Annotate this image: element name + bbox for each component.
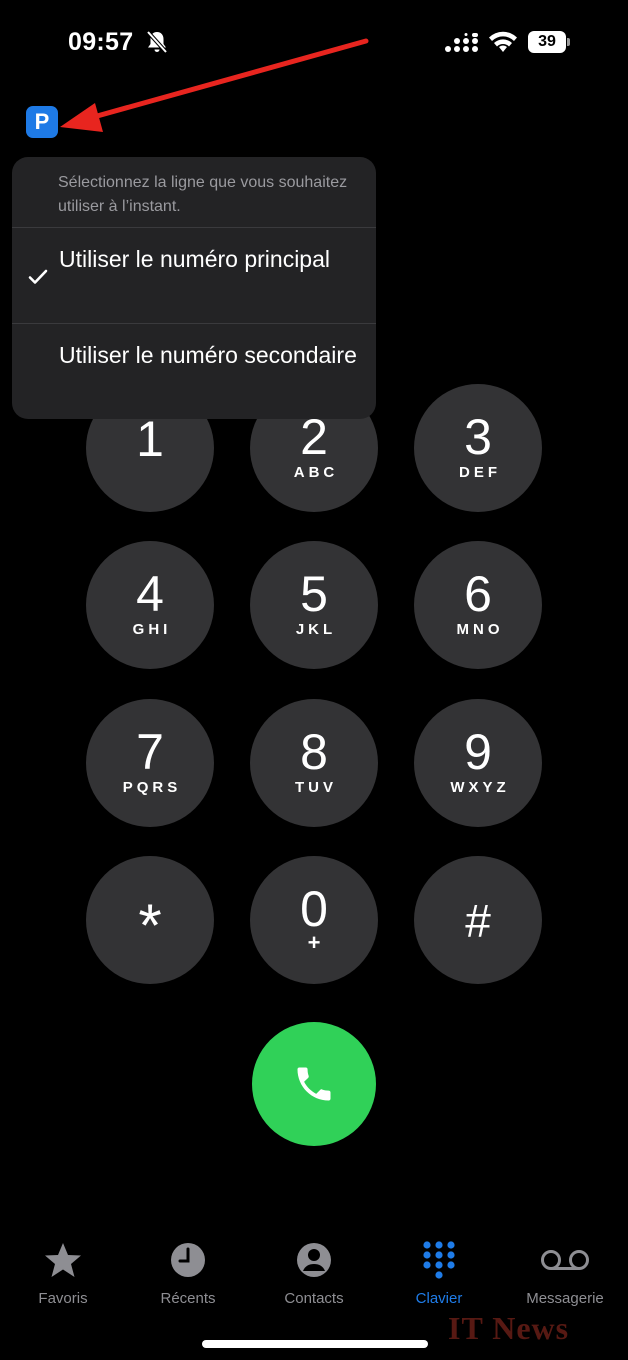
- tab-label: Contacts: [284, 1290, 344, 1307]
- key-digit: *: [138, 892, 162, 959]
- battery-level: 39: [528, 31, 566, 53]
- line-selector-badge[interactable]: P: [26, 106, 58, 138]
- key-digit: 1: [136, 411, 164, 467]
- key-4[interactable]: 4 GHI: [86, 541, 214, 669]
- key-digit: 4: [136, 566, 164, 622]
- key-digit: 8: [300, 724, 328, 780]
- key-9[interactable]: 9 WXYZ: [414, 699, 542, 827]
- voicemail-icon: [541, 1250, 589, 1270]
- key-letters: JKL: [295, 621, 337, 638]
- key-star[interactable]: *: [86, 856, 214, 984]
- tab-label: Messagerie: [526, 1290, 604, 1307]
- tab-bar: Favoris Récents Contacts Clavier Message…: [0, 1240, 628, 1320]
- tab-favoris[interactable]: Favoris: [8, 1240, 118, 1310]
- key-digit: 3: [464, 409, 492, 465]
- tab-label: Récents: [160, 1290, 216, 1307]
- key-letters: ABC: [293, 464, 339, 481]
- phone-icon: [297, 1067, 331, 1101]
- person-icon: [297, 1243, 331, 1277]
- key-letters: WXYZ: [450, 779, 510, 796]
- tab-contacts[interactable]: Contacts: [259, 1240, 369, 1310]
- key-digit: 0: [300, 881, 328, 937]
- tab-clavier[interactable]: Clavier: [384, 1240, 494, 1310]
- silent-bell-icon: [146, 30, 168, 54]
- wifi-icon: [489, 31, 517, 52]
- menu-option-primary-line[interactable]: Utiliser le numéro principal: [12, 229, 376, 323]
- call-button[interactable]: [252, 1022, 376, 1146]
- key-5[interactable]: 5 JKL: [250, 541, 378, 669]
- checkmark-icon: [28, 269, 48, 284]
- keypad-grid-icon: [423, 1241, 455, 1279]
- menu-divider: [12, 323, 376, 324]
- key-letters: DEF: [459, 464, 501, 481]
- battery-tip: [567, 38, 570, 46]
- key-digit: 9: [464, 724, 492, 780]
- clock-icon: [171, 1243, 205, 1277]
- home-indicator[interactable]: [202, 1340, 428, 1348]
- key-digit: 7: [136, 724, 164, 780]
- watermark: IT News: [448, 1310, 570, 1346]
- key-letters: GHI: [132, 621, 172, 638]
- key-6[interactable]: 6 MNO: [414, 541, 542, 669]
- key-digit: 5: [300, 566, 328, 622]
- star-icon: [45, 1243, 81, 1277]
- key-3[interactable]: 3 DEF: [414, 384, 542, 512]
- menu-option-label: Utiliser le numéro principal: [59, 246, 330, 272]
- key-digit: 6: [464, 566, 492, 622]
- menu-option-secondary-line[interactable]: Utiliser le numéro secondaire: [12, 325, 376, 419]
- key-digit: 2: [300, 409, 328, 465]
- key-hash[interactable]: #: [414, 856, 542, 984]
- tab-recents[interactable]: Récents: [133, 1240, 243, 1310]
- tab-messagerie[interactable]: Messagerie: [510, 1240, 620, 1310]
- key-8[interactable]: 8 TUV: [250, 699, 378, 827]
- status-time: 09:57: [68, 28, 134, 56]
- key-letters: TUV: [295, 779, 337, 796]
- key-7[interactable]: 7 PQRS: [86, 699, 214, 827]
- menu-option-label: Utiliser le numéro secondaire: [59, 342, 357, 368]
- battery-indicator: 39: [528, 31, 572, 53]
- key-0[interactable]: 0 +: [250, 856, 378, 984]
- key-letters: +: [307, 930, 321, 955]
- key-letters: MNO: [456, 621, 504, 638]
- menu-header: Sélectionnez la ligne que vous souhaitez…: [58, 174, 348, 215]
- tab-label: Clavier: [415, 1290, 463, 1307]
- menu-divider: [12, 227, 376, 228]
- cellular-signal-icon: [445, 33, 478, 52]
- key-letters: PQRS: [122, 779, 182, 796]
- status-bar: 09:57 39: [0, 0, 628, 80]
- key-digit: #: [465, 895, 491, 947]
- tab-label: Favoris: [38, 1290, 88, 1307]
- line-selection-menu: Sélectionnez la ligne que vous souhaitez…: [12, 157, 376, 419]
